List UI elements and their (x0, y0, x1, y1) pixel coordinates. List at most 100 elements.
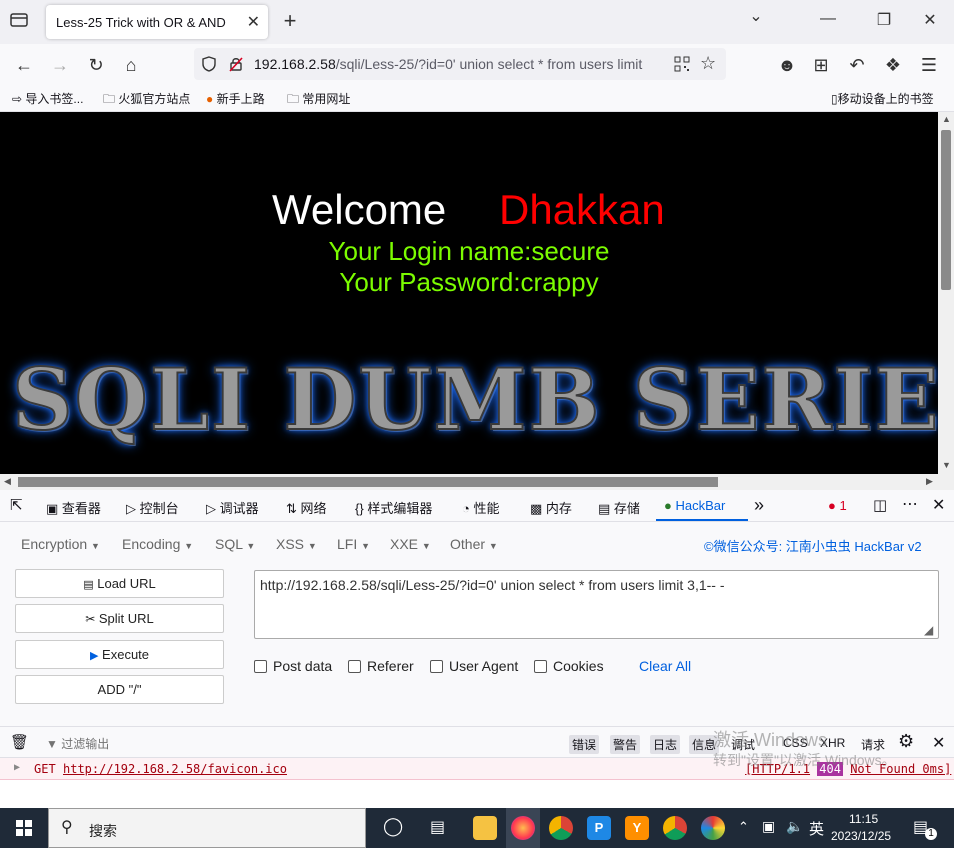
add-slash-button[interactable]: ADD "/" (15, 675, 224, 704)
scroll-up-icon[interactable]: ▲ (942, 114, 951, 124)
filter-output[interactable]: ▼ 过滤输出 (46, 735, 109, 752)
tab-memory[interactable]: ▩ 内存 (530, 498, 572, 517)
hackbar-url-input[interactable]: http://192.168.2.58/sqli/Less-25/?id=0' … (254, 570, 939, 639)
close-console-icon[interactable]: ✕ (932, 733, 945, 753)
list-all-tabs-icon[interactable]: ⌄ (746, 6, 766, 26)
request-url-link[interactable]: http://192.168.2.58/favicon.ico (63, 762, 287, 776)
chrome-icon-2[interactable] (663, 816, 687, 840)
tab-hackbar[interactable]: ● HackBar (664, 498, 725, 513)
url-bar[interactable]: 192.168.2.58/sqli/Less-25/?id=0' union s… (194, 48, 726, 80)
vertical-scroll-thumb[interactable] (941, 130, 951, 290)
back-icon[interactable]: ← (13, 54, 35, 76)
colorful-app-icon[interactable] (701, 816, 725, 840)
cookies-checkbox[interactable]: Cookies (534, 658, 604, 674)
qr-code-icon[interactable] (674, 56, 690, 75)
file-explorer-icon[interactable] (473, 816, 497, 840)
show-hidden-icons-chevron[interactable]: ⌃ (738, 819, 749, 835)
browser-tab[interactable]: Less-25 Trick with OR & AND ✕ (46, 5, 268, 39)
load-url-button[interactable]: ▤ Load URL (15, 569, 224, 598)
home-icon[interactable]: ⌂ (120, 54, 142, 76)
tab-network[interactable]: ⇅ 网络 (286, 498, 327, 517)
new-tab-button[interactable]: + (280, 8, 300, 34)
expand-triangle-icon[interactable]: ▶ (14, 762, 20, 773)
filter-logs[interactable]: 日志 (650, 735, 681, 754)
more-tabs-icon[interactable]: » (754, 495, 764, 516)
tab-list-icon[interactable] (10, 12, 28, 28)
bookmark-import[interactable]: ⇨ 导入书签... (12, 90, 83, 107)
account-icon[interactable]: ☻ (776, 54, 798, 76)
tab-close-icon[interactable]: ✕ (247, 12, 260, 32)
undo-icon[interactable]: ↶ (846, 54, 868, 76)
scroll-left-icon[interactable]: ◀ (4, 476, 11, 487)
tab-style-editor[interactable]: {} 样式编辑器 (355, 498, 432, 517)
shield-icon[interactable] (202, 56, 216, 75)
split-url-button[interactable]: ✂ Split URL (15, 604, 224, 633)
trash-icon[interactable]: 🗑 (10, 733, 29, 751)
clock-time[interactable]: 11:15 (849, 812, 878, 826)
clock-date[interactable]: 2023/12/25 (831, 829, 891, 843)
close-devtools-icon[interactable]: ✕ (932, 495, 945, 515)
resize-handle-icon[interactable]: ◢ (924, 623, 933, 637)
post-data-checkbox[interactable]: Post data (254, 658, 332, 674)
clear-all-link[interactable]: Clear All (639, 658, 691, 674)
bookmark-mobile[interactable]: ▯移动设备上的书签 (831, 90, 934, 107)
menu-xss[interactable]: XSS ▼ (276, 536, 317, 552)
menu-encoding[interactable]: Encoding ▼ (122, 536, 193, 552)
horizontal-scroll-thumb[interactable] (18, 477, 718, 487)
forward-icon[interactable]: → (49, 54, 71, 76)
menu-other[interactable]: Other ▼ (450, 536, 498, 552)
chrome-icon[interactable] (549, 816, 573, 840)
volume-icon[interactable]: 🔈 (786, 818, 803, 835)
task-view-icon[interactable]: ▤ (430, 817, 445, 837)
taskbar-search-box[interactable]: ⚲ 搜索 (48, 808, 366, 848)
hackbar-panel: Encryption ▼ Encoding ▼ SQL ▼ XSS ▼ LFI … (0, 522, 954, 726)
url-text[interactable]: 192.168.2.58/sqli/Less-25/?id=0' union s… (254, 56, 664, 72)
console-output-area[interactable] (0, 780, 954, 808)
tab-storage[interactable]: ▤ 存储 (598, 498, 640, 517)
more-options-icon[interactable]: ⋯ (902, 494, 918, 514)
user-agent-checkbox[interactable]: User Agent (430, 658, 518, 674)
bookmark-getting-started[interactable]: ● 新手上路 (206, 90, 265, 107)
ime-indicator[interactable]: 英 (809, 818, 824, 839)
menu-icon[interactable]: ☰ (918, 54, 940, 76)
referer-checkbox[interactable]: Referer (348, 658, 414, 674)
play-icon: ▶ (89, 650, 99, 662)
filter-warnings[interactable]: 警告 (610, 735, 641, 754)
cortana-icon[interactable]: ◯ (383, 816, 403, 837)
maximize-button[interactable]: ❐ (874, 10, 894, 30)
extensions-icon[interactable]: ❖ (882, 54, 904, 76)
y-app-icon[interactable]: Y (625, 816, 649, 840)
bookmark-common-sites[interactable]: 🗀 常用网址 (287, 90, 350, 111)
minimize-button[interactable]: — (818, 10, 838, 28)
tab-performance[interactable]: ◔ 性能 (462, 498, 500, 517)
execute-button[interactable]: ▶ Execute (15, 640, 224, 669)
tab-debugger[interactable]: ▷ 调试器 (206, 498, 259, 517)
bookmark-star-icon[interactable]: ☆ (700, 53, 716, 74)
menu-lfi[interactable]: LFI ▼ (337, 536, 370, 552)
tab-console[interactable]: ▷ 控制台 (126, 498, 179, 517)
windows-start-icon[interactable] (16, 820, 32, 839)
tab-inspector[interactable]: ▣ 查看器 (46, 498, 101, 517)
network-tray-icon[interactable]: ▣ (762, 818, 775, 835)
menu-encryption[interactable]: Encryption ▼ (21, 536, 100, 552)
vertical-scrollbar[interactable]: ▲ ▼ (938, 112, 954, 474)
bookmark-firefox-site[interactable]: 🗀 火狐官方站点 (103, 90, 190, 111)
close-window-button[interactable]: ✕ (920, 10, 940, 30)
reload-icon[interactable]: ↻ (85, 54, 107, 76)
filter-errors[interactable]: 错误 (569, 735, 600, 754)
insecure-lock-icon[interactable] (228, 56, 244, 75)
error-badge[interactable]: ● 1 (828, 498, 847, 513)
dock-icon[interactable]: ◫ (873, 496, 887, 514)
p-app-icon[interactable]: P (587, 816, 611, 840)
horizontal-scrollbar[interactable]: ◀ ▶ (0, 474, 954, 490)
menu-sql[interactable]: SQL ▼ (215, 536, 255, 552)
tab-bar: Less-25 Trick with OR & AND ✕ + ⌄ — ❐ ✕ (0, 0, 954, 44)
element-picker-icon[interactable]: ⇱ (10, 496, 23, 514)
chevron-down-icon: ▼ (361, 541, 371, 551)
console-settings-gear-icon[interactable]: ⚙ (898, 731, 914, 752)
crop-screenshot-icon[interactable]: ⊞ (810, 54, 832, 76)
firefox-taskbar-icon[interactable] (511, 816, 535, 840)
scroll-right-icon[interactable]: ▶ (926, 476, 933, 487)
scroll-down-icon[interactable]: ▼ (942, 460, 951, 470)
menu-xxe[interactable]: XXE ▼ (390, 536, 431, 552)
